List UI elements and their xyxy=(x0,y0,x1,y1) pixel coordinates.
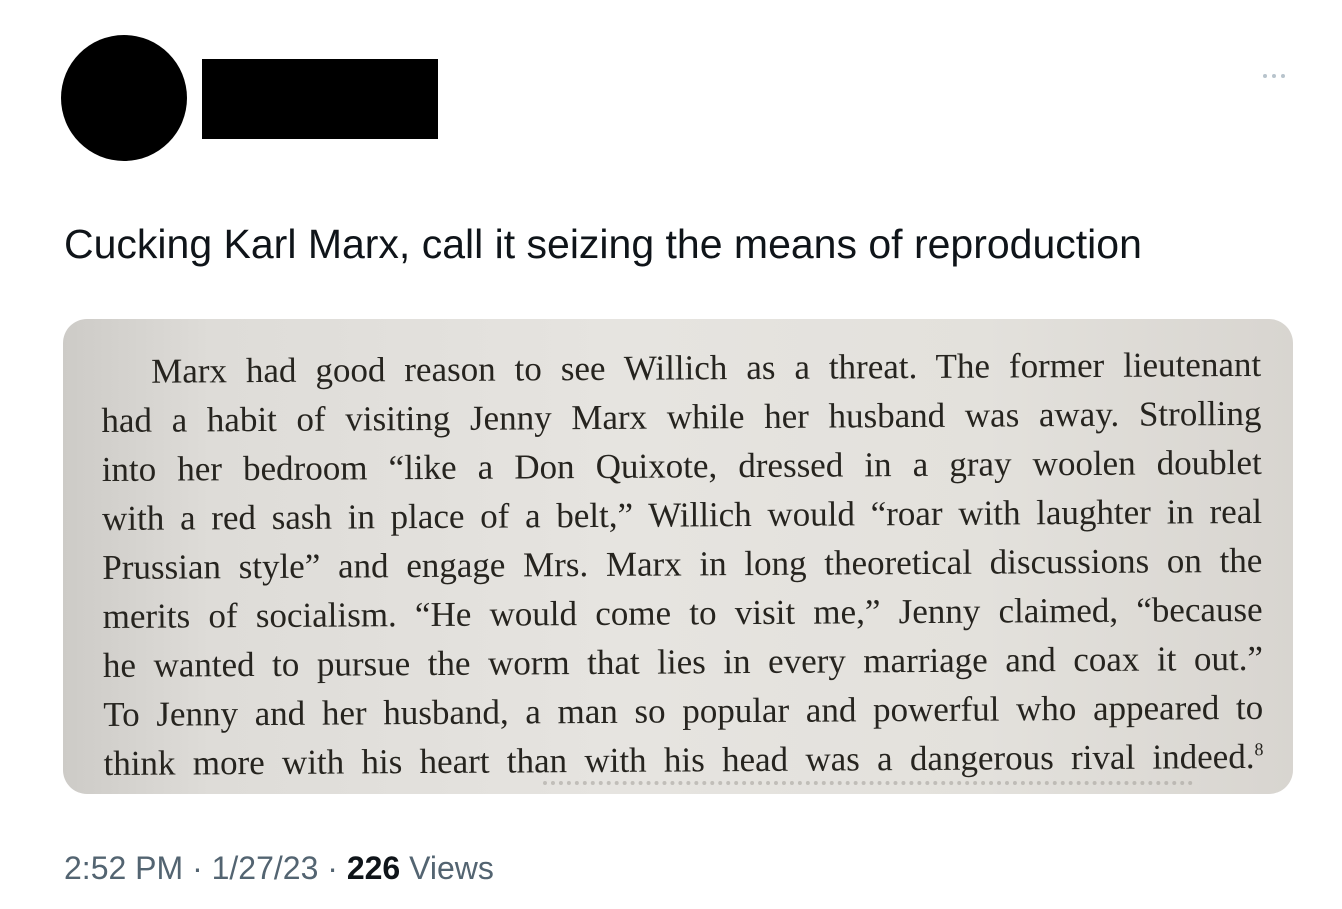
page-line-last: think more with his heart than with his … xyxy=(103,732,1263,788)
dot xyxy=(1281,74,1285,78)
more-options-icon[interactable] xyxy=(1254,62,1294,90)
views-label: Views xyxy=(409,850,494,886)
tweet-time[interactable]: 2:52 PM xyxy=(64,850,183,886)
dot xyxy=(1263,74,1267,78)
separator: · xyxy=(192,850,203,886)
page-line: had a habit of visiting Jenny Marx while… xyxy=(101,393,1262,440)
page-line: with a red sash in place of a belt,” Wil… xyxy=(101,491,1263,538)
page-line: into her bedroom “like a Don Quixote, dr… xyxy=(101,442,1262,489)
page-line: To Jenny and her husband, a man so popul… xyxy=(103,687,1264,734)
book-page-text: Marx had good reason to see Willich as a… xyxy=(101,340,1264,788)
avatar[interactable] xyxy=(61,35,187,161)
tweet-metadata: 2:52 PM · 1/27/23 · 226 Views xyxy=(64,848,494,888)
page-line: merits of socialism. “He would come to v… xyxy=(102,589,1263,636)
separator: · xyxy=(327,850,338,886)
page-line-text: think more with his heart than with his … xyxy=(103,736,1255,783)
tweet-date[interactable]: 1/27/23 xyxy=(212,850,319,886)
page-line: Marx had good reason to see Willich as a… xyxy=(151,344,1262,391)
views-count: 226 xyxy=(346,850,401,886)
page-line: Prussian style” and engage Mrs. Marx in … xyxy=(102,540,1263,587)
dot xyxy=(1272,74,1276,78)
tweet-image[interactable]: Marx had good reason to see Willich as a… xyxy=(63,319,1293,794)
next-page-bleed xyxy=(543,781,1193,793)
page-line: he wanted to pursue the worm that lies i… xyxy=(102,638,1264,685)
redacted-username xyxy=(202,59,438,139)
tweet-text: Cucking Karl Marx, call it seizing the m… xyxy=(64,221,1142,267)
footnote-marker: 8 xyxy=(1254,739,1264,760)
